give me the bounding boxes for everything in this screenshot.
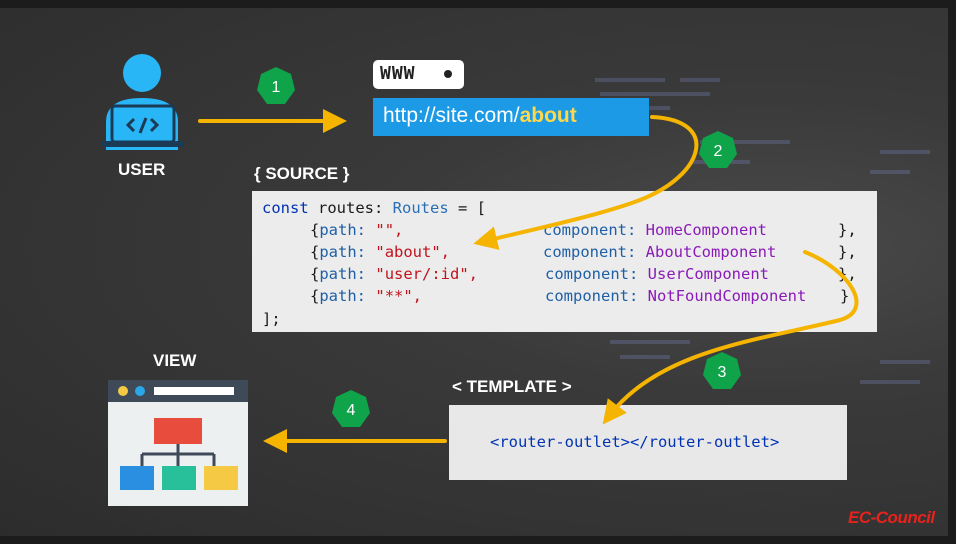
step-badge-4: 4 (332, 390, 370, 427)
svg-text:3: 3 (718, 364, 727, 381)
step-badge-1: 1 (257, 67, 295, 104)
svg-text:4: 4 (347, 402, 356, 419)
flow-arrows (198, 109, 859, 453)
svg-text:2: 2 (714, 143, 723, 160)
step-badge-2: 2 (699, 131, 737, 168)
step-badge-3: 3 (703, 352, 741, 389)
svg-text:1: 1 (272, 79, 281, 96)
diagram-slide: USER WWW http://site.com/about { SOURCE … (0, 0, 956, 544)
arrow-2 (473, 115, 699, 250)
brand-logo: EC-Council (848, 508, 935, 527)
